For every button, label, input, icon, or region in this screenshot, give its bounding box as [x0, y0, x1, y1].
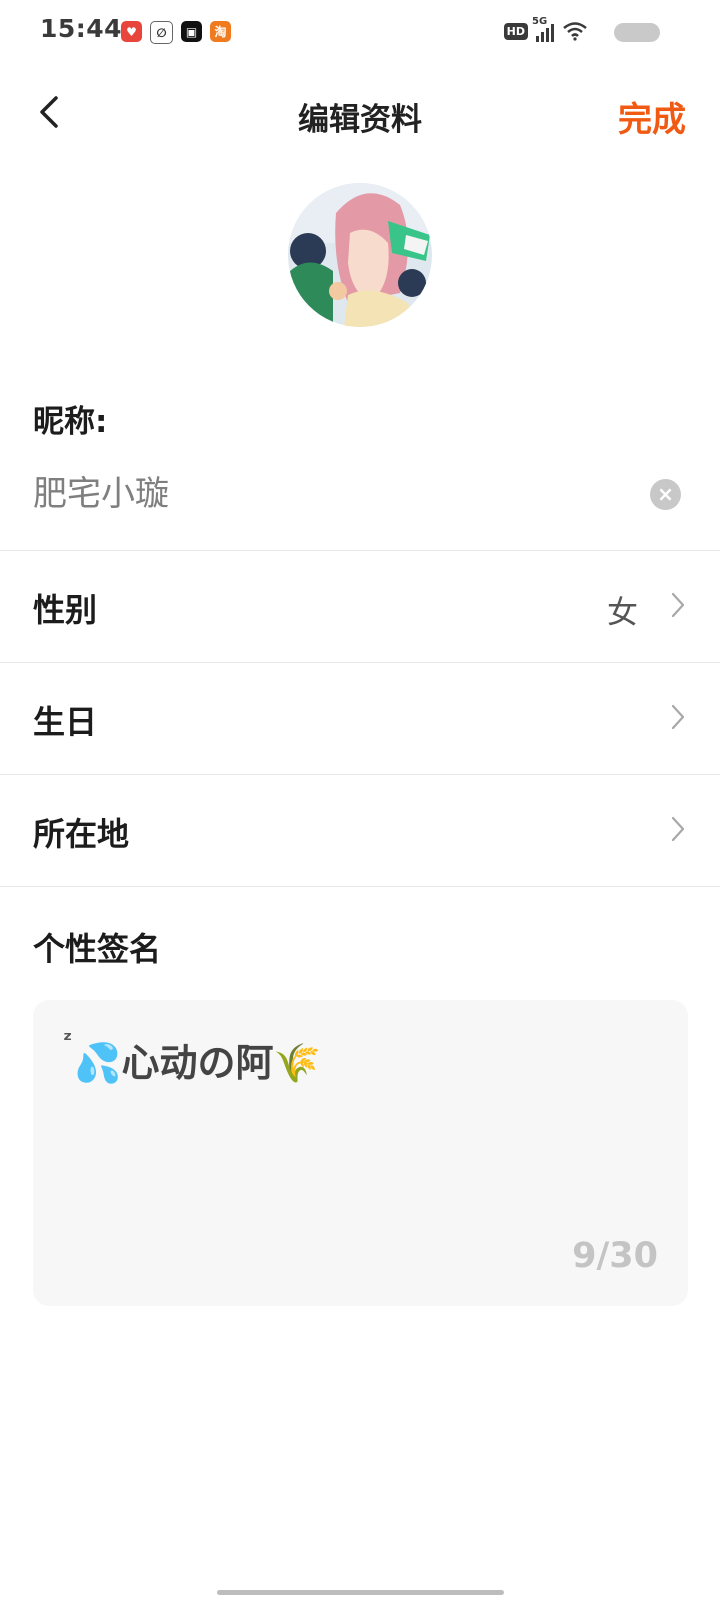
- home-indicator[interactable]: [217, 1590, 504, 1595]
- signature-label: 个性签名: [33, 930, 162, 968]
- notification-icons: ♥ ∅ ▣ 淘: [121, 21, 231, 44]
- wifi-icon: [563, 22, 587, 41]
- nickname-label: 昵称:: [33, 404, 108, 440]
- app-icon-video: ▣: [181, 21, 202, 42]
- avatar[interactable]: [288, 183, 432, 327]
- signature-prefix: ᶻ: [63, 1028, 73, 1053]
- location-label: 所在地: [33, 815, 130, 853]
- character-counter: 9/30: [572, 1236, 658, 1276]
- gender-value: 女: [607, 595, 638, 631]
- hd-icon: HD: [503, 22, 528, 40]
- birthday-row[interactable]: 生日: [0, 663, 720, 773]
- chevron-right-icon: [671, 592, 685, 618]
- divider: [0, 886, 720, 887]
- nickname-input[interactable]: [33, 470, 633, 510]
- signature-value: 💦心动の阿🌾: [74, 1041, 321, 1085]
- gender-label: 性别: [33, 591, 98, 629]
- gender-row[interactable]: 性别 女: [0, 551, 720, 661]
- avatar-image: [288, 183, 432, 327]
- header: 编辑资料 完成: [0, 64, 720, 164]
- status-bar: 15:44 ♥ ∅ ▣ 淘 HD 5G: [0, 0, 720, 64]
- network-label: 5G: [532, 16, 548, 27]
- birthday-label: 生日: [33, 703, 98, 741]
- app-icon-red: ♥: [121, 21, 142, 42]
- app-icon-swirl: ∅: [150, 21, 173, 44]
- done-button[interactable]: 完成: [618, 92, 686, 141]
- clear-icon[interactable]: ×: [650, 479, 681, 510]
- system-icons: HD 5G: [503, 16, 588, 42]
- status-time: 15:44: [40, 14, 123, 43]
- signature-textarea[interactable]: ᶻ 💦心动の阿🌾 9/30: [33, 1000, 688, 1306]
- signature-text: ᶻ 💦心动の阿🌾: [63, 1028, 321, 1087]
- page-title: 编辑资料: [298, 102, 422, 138]
- chevron-right-icon: [671, 704, 685, 730]
- battery-icon: [614, 23, 660, 42]
- chevron-right-icon: [671, 816, 685, 842]
- app-icon-taobao: 淘: [210, 21, 231, 42]
- location-row[interactable]: 所在地: [0, 775, 720, 885]
- signal-icon: 5G: [532, 16, 554, 42]
